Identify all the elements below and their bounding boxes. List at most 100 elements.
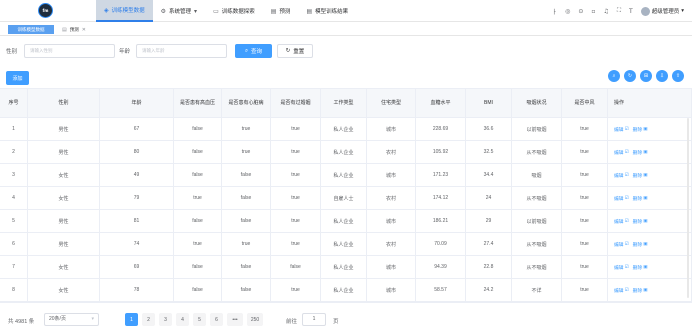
table-cell: 3 (0, 164, 28, 186)
fullscreen-icon[interactable]: ⛶ (617, 7, 621, 15)
edit-icon: ☑ (624, 287, 629, 293)
page-size-select[interactable]: 20条/页 ▾ (44, 313, 99, 326)
edit-link[interactable]: 编辑 ☑ (614, 172, 629, 179)
import-icon[interactable]: ⇧ (672, 70, 684, 82)
table-cell: 女性 (28, 279, 100, 301)
edit-link[interactable]: 编辑 ☑ (614, 264, 629, 271)
page-button[interactable]: 2 (142, 313, 155, 326)
delete-icon: ▣ (643, 172, 648, 178)
vertical-scrollbar[interactable] (687, 118, 689, 298)
refresh-icon: ↻ (285, 48, 291, 54)
table-cell: true (271, 141, 321, 163)
page-button[interactable]: 250 (247, 313, 263, 326)
close-icon[interactable]: ✕ (82, 27, 86, 33)
delete-link[interactable]: 删除 ▣ (633, 149, 648, 156)
table-cell: 以前吸烟 (512, 118, 562, 140)
topnav-label: 训练模型数据 (111, 8, 145, 14)
table-row: 6 男性 74 true true true 私人企业 农村 70.09 27.4 从不吸烟 true… (0, 233, 692, 256)
table-cell: 私人企业 (321, 164, 367, 186)
page-button[interactable]: 5 (193, 313, 206, 326)
export-icon[interactable]: ⇩ (656, 70, 668, 82)
table-cell: 79 (100, 187, 174, 209)
table-cell: false (271, 256, 321, 278)
page-button[interactable]: ••• (227, 313, 243, 326)
delete-label: 删除 (632, 127, 643, 133)
table-cell: 私人企业 (321, 118, 367, 140)
delete-link[interactable]: 删除 ▣ (633, 172, 648, 179)
app-logo[interactable]: fm (38, 3, 53, 18)
table-cell: 186.21 (416, 210, 466, 232)
edit-label: 编辑 (614, 242, 624, 248)
row-actions: 编辑 ☑ 删除 ▣ (614, 126, 648, 133)
table-cell: 81 (100, 210, 174, 232)
topnav-item-1[interactable]: ⚙ 系统管理 ▾ (153, 0, 205, 22)
row-actions: 编辑 ☑ 删除 ▣ (614, 149, 648, 156)
topnav-item-0[interactable]: ◈ 训练模型数据 (96, 0, 153, 22)
delete-label: 删除 (632, 219, 643, 225)
delete-link[interactable]: 删除 ▣ (633, 264, 648, 271)
translate-icon[interactable]: ㅏ (552, 7, 558, 16)
query-button[interactable]: ⌕ 查询 (235, 44, 272, 58)
search-toggle-icon[interactable]: ⌕ (608, 70, 620, 82)
edit-link[interactable]: 编辑 ☑ (614, 241, 629, 248)
tag-label: 预测 (69, 26, 79, 32)
document-icon: ▤ (62, 26, 67, 33)
edit-link[interactable]: 编辑 ☑ (614, 126, 629, 133)
help-icon[interactable]: ⊙ (578, 8, 583, 15)
edit-label: 编辑 (614, 288, 624, 294)
table-cell: 私人企业 (321, 256, 367, 278)
delete-link[interactable]: 删除 ▣ (633, 241, 648, 248)
column-header: BMI (466, 89, 512, 117)
table-cell: true (562, 256, 608, 278)
reset-button[interactable]: ↻ 重置 (277, 44, 313, 58)
table-cell: 74 (100, 233, 174, 255)
refresh-icon[interactable]: ↻ (624, 70, 636, 82)
actions-cell: 编辑 ☑ 删除 ▣ (608, 187, 692, 209)
column-header: 是否有过婚姻 (271, 89, 321, 117)
github-icon[interactable]: ◎ (565, 8, 570, 15)
delete-link[interactable]: 删除 ▣ (633, 126, 648, 133)
topnav-item-3[interactable]: ▤ 预测 (263, 0, 299, 22)
page-button[interactable]: 6 (210, 313, 223, 326)
columns-icon[interactable]: ⊞ (640, 70, 652, 82)
table-cell: false (174, 210, 222, 232)
table-row: 5 男性 81 false false true 私人企业 城市 186.21 29 以前吸烟 tru… (0, 210, 692, 233)
screenshot-icon[interactable]: ▫ (591, 8, 595, 15)
topnav-label: 模型训练结果 (315, 9, 349, 15)
actions-cell: 编辑 ☑ 删除 ▣ (608, 279, 692, 301)
gender-label: 性别 (6, 49, 18, 55)
edit-link[interactable]: 编辑 ☑ (614, 287, 629, 294)
tag-predict[interactable]: ▤ 预测 ✕ (58, 25, 90, 34)
page-button[interactable]: 1 (125, 313, 138, 326)
topnav-item-4[interactable]: ▤ 模型训练结果 (298, 0, 356, 22)
topnav-item-2[interactable]: ▭ 训练数据探索 (205, 0, 263, 22)
edit-link[interactable]: 编辑 ☑ (614, 149, 629, 156)
table-cell: true (174, 233, 222, 255)
gender-input[interactable]: 请输入性别 (24, 44, 115, 58)
font-size-icon[interactable]: T (629, 8, 633, 15)
delete-link[interactable]: 删除 ▣ (633, 195, 648, 202)
age-input[interactable]: 请输入年龄 (136, 44, 227, 58)
logo-text: fm (42, 8, 49, 13)
delete-link[interactable]: 删除 ▣ (633, 287, 648, 294)
bell-icon[interactable]: ♫ (603, 8, 608, 15)
delete-link[interactable]: 删除 ▣ (633, 218, 648, 225)
tag-training-data[interactable]: 训练模型数据 (8, 25, 54, 34)
tag-label: 训练模型数据 (17, 26, 45, 32)
table-body: 1 男性 67 false true true 私人企业 城市 228.69 36.6 以前吸烟 tr… (0, 118, 692, 302)
goto-page-input[interactable]: 1 (302, 313, 326, 326)
edit-link[interactable]: 编辑 ☑ (614, 195, 629, 202)
page-button[interactable]: 3 (159, 313, 172, 326)
chevron-down-icon: ▾ (91, 316, 94, 322)
add-button[interactable]: 添加 (6, 71, 29, 85)
table-cell: 58.57 (416, 279, 466, 301)
topnav-label: 训练数据探索 (221, 9, 255, 15)
edit-link[interactable]: 编辑 ☑ (614, 218, 629, 225)
user-menu[interactable]: 超级管理员 ▾ (640, 6, 684, 16)
table-cell: 农村 (367, 187, 416, 209)
actions-cell: 编辑 ☑ 删除 ▣ (608, 164, 692, 186)
table-cell: false (222, 279, 271, 301)
table-cell: 22.8 (466, 256, 512, 278)
header-tools: ㅏ ◎ ⊙ ▫ ♫ ⛶ T 超级管理员 ▾ (552, 0, 684, 22)
page-button[interactable]: 4 (176, 313, 189, 326)
